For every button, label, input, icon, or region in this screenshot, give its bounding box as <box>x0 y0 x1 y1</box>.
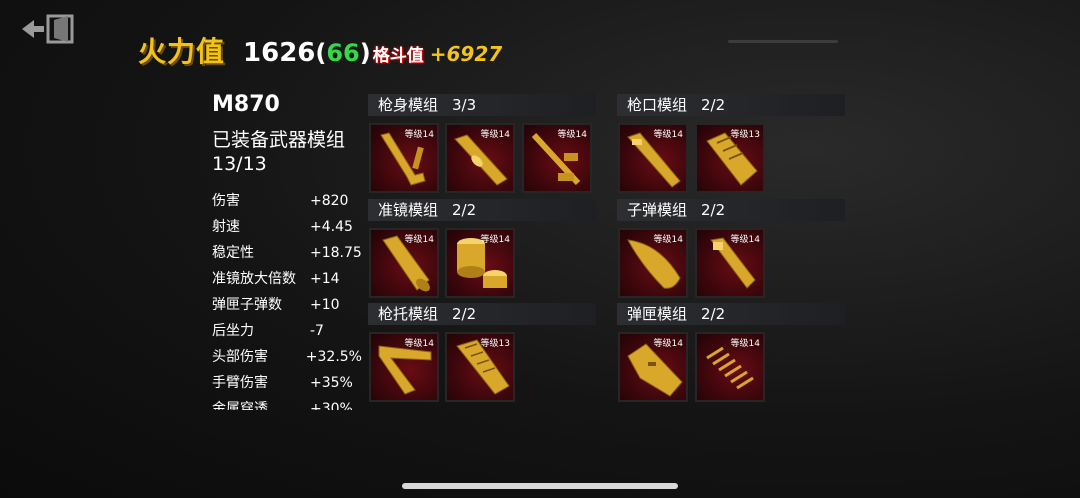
stat-value: +10 <box>310 297 340 313</box>
mod-tile-muzzle-1[interactable]: 等级14 <box>618 123 688 193</box>
section-title: 枪口模组 <box>627 96 688 114</box>
section-count: 2/2 <box>701 96 726 114</box>
mod-tile-stock-2[interactable]: 等级13 <box>445 332 515 402</box>
mod-tile-ammo-2[interactable]: 等级14 <box>695 228 765 298</box>
mod-tile-muzzle-2[interactable]: 等级13 <box>695 123 765 193</box>
stat-label: 射速 <box>212 219 240 235</box>
mod-tile-magazine-2[interactable]: 等级14 <box>695 332 765 402</box>
mod-tile-body-1[interactable]: 等级14 <box>369 123 439 193</box>
mod-tile-scope-1[interactable]: 等级14 <box>369 228 439 298</box>
firepower-value: 1626 <box>243 38 316 68</box>
stat-label: 伤害 <box>212 193 240 209</box>
mod-level: 等级14 <box>557 130 587 140</box>
mod-level: 等级14 <box>480 235 510 245</box>
stat-row: 稳定性 +18.75 <box>212 240 362 266</box>
stat-label: 后坐力 <box>212 323 254 339</box>
home-indicator[interactable] <box>402 483 678 489</box>
header: 火力值 1626 ( 66 ) 格斗值 +6927 <box>138 30 503 68</box>
stat-value: +14 <box>310 271 340 287</box>
stat-label: 准镜放大倍数 <box>212 271 296 287</box>
mod-tile-body-3[interactable]: 等级14 <box>522 123 592 193</box>
firepower-bonus: 66 <box>326 39 360 67</box>
weapon-name: M870 <box>212 92 280 117</box>
section-header-scope: 准镜模组 2/2 <box>368 199 596 221</box>
section-header-magazine: 弹匣模组 2/2 <box>617 303 845 325</box>
stat-value: +35% <box>310 375 353 391</box>
stat-label: 弹匣子弹数 <box>212 297 282 313</box>
section-title: 枪身模组 <box>378 96 439 114</box>
section-header-stock: 枪托模组 2/2 <box>368 303 596 325</box>
section-title: 子弹模组 <box>627 201 688 219</box>
combat-label: 格斗值 <box>372 46 424 66</box>
stat-value: +32.5% <box>305 349 362 365</box>
mod-level: 等级14 <box>730 235 760 245</box>
stat-value: +18.75 <box>310 245 362 261</box>
mod-level: 等级13 <box>730 130 760 140</box>
stat-value: +30% <box>310 401 353 410</box>
stat-row: 头部伤害 +32.5% <box>212 344 362 370</box>
section-header-body: 枪身模组 3/3 <box>368 94 596 116</box>
section-count: 2/2 <box>701 305 726 323</box>
mod-level: 等级14 <box>653 235 683 245</box>
section-count: 3/3 <box>452 96 477 114</box>
mod-level: 等级14 <box>480 130 510 140</box>
stat-label: 手臂伤害 <box>212 375 268 391</box>
decorative-bar <box>728 40 838 43</box>
mod-level: 等级14 <box>404 130 434 140</box>
stat-row: 射速 +4.45 <box>212 214 362 240</box>
stat-value: +4.45 <box>310 219 353 235</box>
section-title: 枪托模组 <box>378 305 439 323</box>
equipped-mods-label: 已装备武器模组 <box>212 129 346 151</box>
mod-tile-magazine-1[interactable]: 等级14 <box>618 332 688 402</box>
mod-level: 等级14 <box>404 339 434 349</box>
firepower-bonus-open: ( <box>315 39 327 67</box>
stat-row: 准镜放大倍数 +14 <box>212 266 362 292</box>
section-title: 弹匣模组 <box>627 305 688 323</box>
mod-level: 等级14 <box>730 339 760 349</box>
stats-list[interactable]: 伤害 +820 射速 +4.45 稳定性 +18.75 准镜放大倍数 +14 弹匣子弹数… <box>212 188 362 410</box>
equipped-mods-count: 13/13 <box>212 153 267 175</box>
stat-label: 头部伤害 <box>212 349 268 365</box>
stat-row: 金属穿透 +30% <box>212 396 362 410</box>
section-title: 准镜模组 <box>378 201 439 219</box>
mod-tile-body-2[interactable]: 等级14 <box>445 123 515 193</box>
stat-row: 伤害 +820 <box>212 188 362 214</box>
combat-value: +6927 <box>429 42 503 66</box>
equipped-mods: 已装备武器模组 13/13 <box>212 128 362 176</box>
stat-value: -7 <box>310 323 324 339</box>
section-header-ammo: 子弹模组 2/2 <box>617 199 845 221</box>
stat-row: 后坐力 -7 <box>212 318 362 344</box>
section-count: 2/2 <box>452 201 477 219</box>
mod-level: 等级14 <box>653 130 683 140</box>
back-exit-icon <box>22 14 74 44</box>
section-count: 2/2 <box>452 305 477 323</box>
stat-label: 稳定性 <box>212 245 254 261</box>
stat-row: 手臂伤害 +35% <box>212 370 362 396</box>
mod-tile-ammo-1[interactable]: 等级14 <box>618 228 688 298</box>
section-count: 2/2 <box>701 201 726 219</box>
back-button[interactable] <box>18 12 78 46</box>
stat-label: 金属穿透 <box>212 401 268 410</box>
stat-value: +820 <box>310 193 349 209</box>
mod-level: 等级14 <box>653 339 683 349</box>
mod-tile-scope-2[interactable]: 等级14 <box>445 228 515 298</box>
firepower-bonus-close: ) <box>359 39 371 67</box>
section-header-muzzle: 枪口模组 2/2 <box>617 94 845 116</box>
mod-level: 等级14 <box>404 235 434 245</box>
stat-row: 弹匣子弹数 +10 <box>212 292 362 318</box>
mod-level: 等级13 <box>480 339 510 349</box>
firepower-title: 火力值 <box>138 35 226 68</box>
mod-tile-stock-1[interactable]: 等级14 <box>369 332 439 402</box>
